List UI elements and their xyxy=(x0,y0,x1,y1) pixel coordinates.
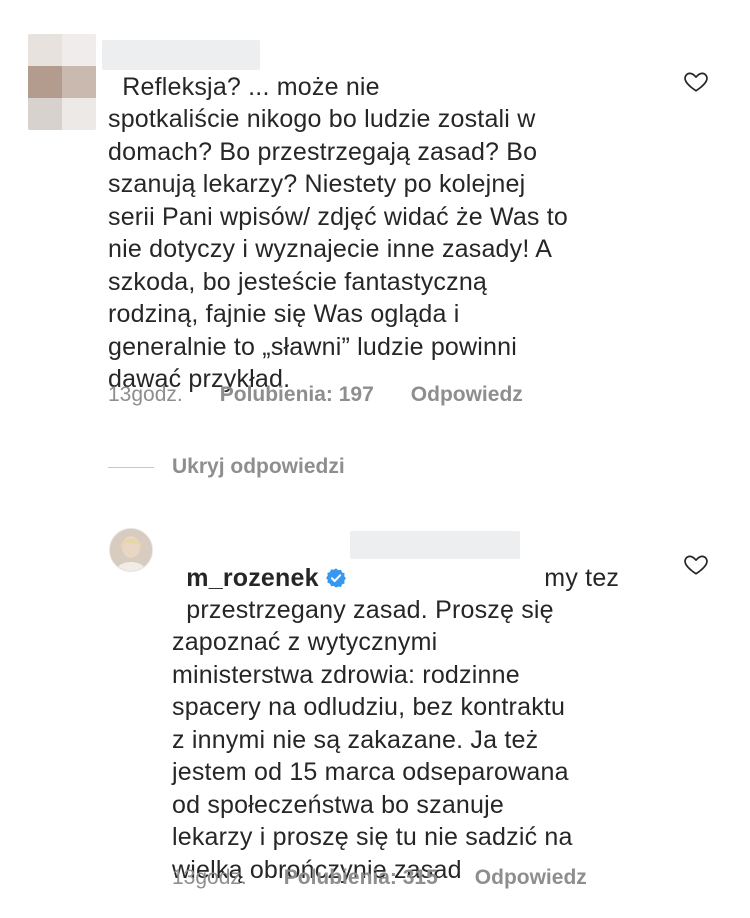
heart-outline-icon[interactable] xyxy=(682,551,710,577)
likes-count[interactable]: Polubienia: 197 xyxy=(220,383,374,407)
reply-text: przestrzegany zasad. Proszę się zapoznać… xyxy=(172,561,692,886)
reply-body: przestrzegany zasad. Proszę się zapoznać… xyxy=(172,595,573,884)
divider-line xyxy=(108,466,154,468)
reply-button[interactable]: Odpowiedz xyxy=(475,866,587,890)
reply-button[interactable]: Odpowiedz xyxy=(411,383,523,407)
hide-replies-label: Ukryj odpowiedzi xyxy=(172,455,345,478)
avatar[interactable] xyxy=(109,528,153,572)
heart-outline-icon[interactable] xyxy=(682,68,710,94)
reply-time: 13godz. xyxy=(172,866,247,889)
reply-meta: 13godz. Polubienia: 315 Odpowiedz xyxy=(172,866,587,890)
comment-time: 13godz. xyxy=(108,383,183,406)
comment-body: Refleksja? ... może nie spotkaliście nik… xyxy=(108,72,569,394)
hide-replies-toggle[interactable]: Ukryj odpowiedzi xyxy=(108,455,345,479)
avatar-redacted[interactable] xyxy=(28,34,96,130)
comment-meta: 13godz. Polubienia: 197 Odpowiedz xyxy=(108,383,523,407)
comment-text: Refleksja? ... może nie spotkaliście nik… xyxy=(108,38,668,396)
reply-likes-count[interactable]: Polubienia: 315 xyxy=(284,866,438,890)
avatar-image xyxy=(110,529,152,571)
mention-redacted[interactable] xyxy=(350,531,520,559)
